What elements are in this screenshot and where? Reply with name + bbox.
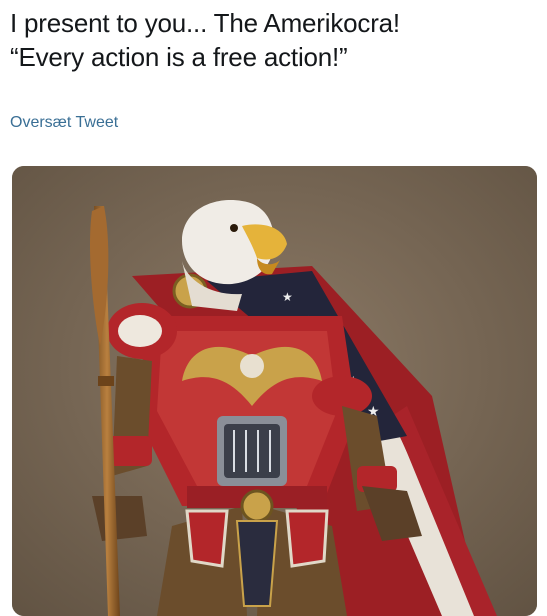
eagle-warrior-illustration: ★ ★ ★ ★ ★ ★: [12, 166, 537, 616]
tweet-text-line-2: “Every action is a free action!”: [10, 42, 348, 72]
tweet-text-line-1: I present to you... The Amerikocra!: [10, 8, 400, 38]
svg-text:★: ★: [282, 290, 293, 304]
tweet-media-image[interactable]: ★ ★ ★ ★ ★ ★: [12, 166, 537, 616]
translate-tweet-link[interactable]: Oversæt Tweet: [10, 114, 118, 132]
tweet-text: I present to you... The Amerikocra! “Eve…: [10, 6, 540, 74]
